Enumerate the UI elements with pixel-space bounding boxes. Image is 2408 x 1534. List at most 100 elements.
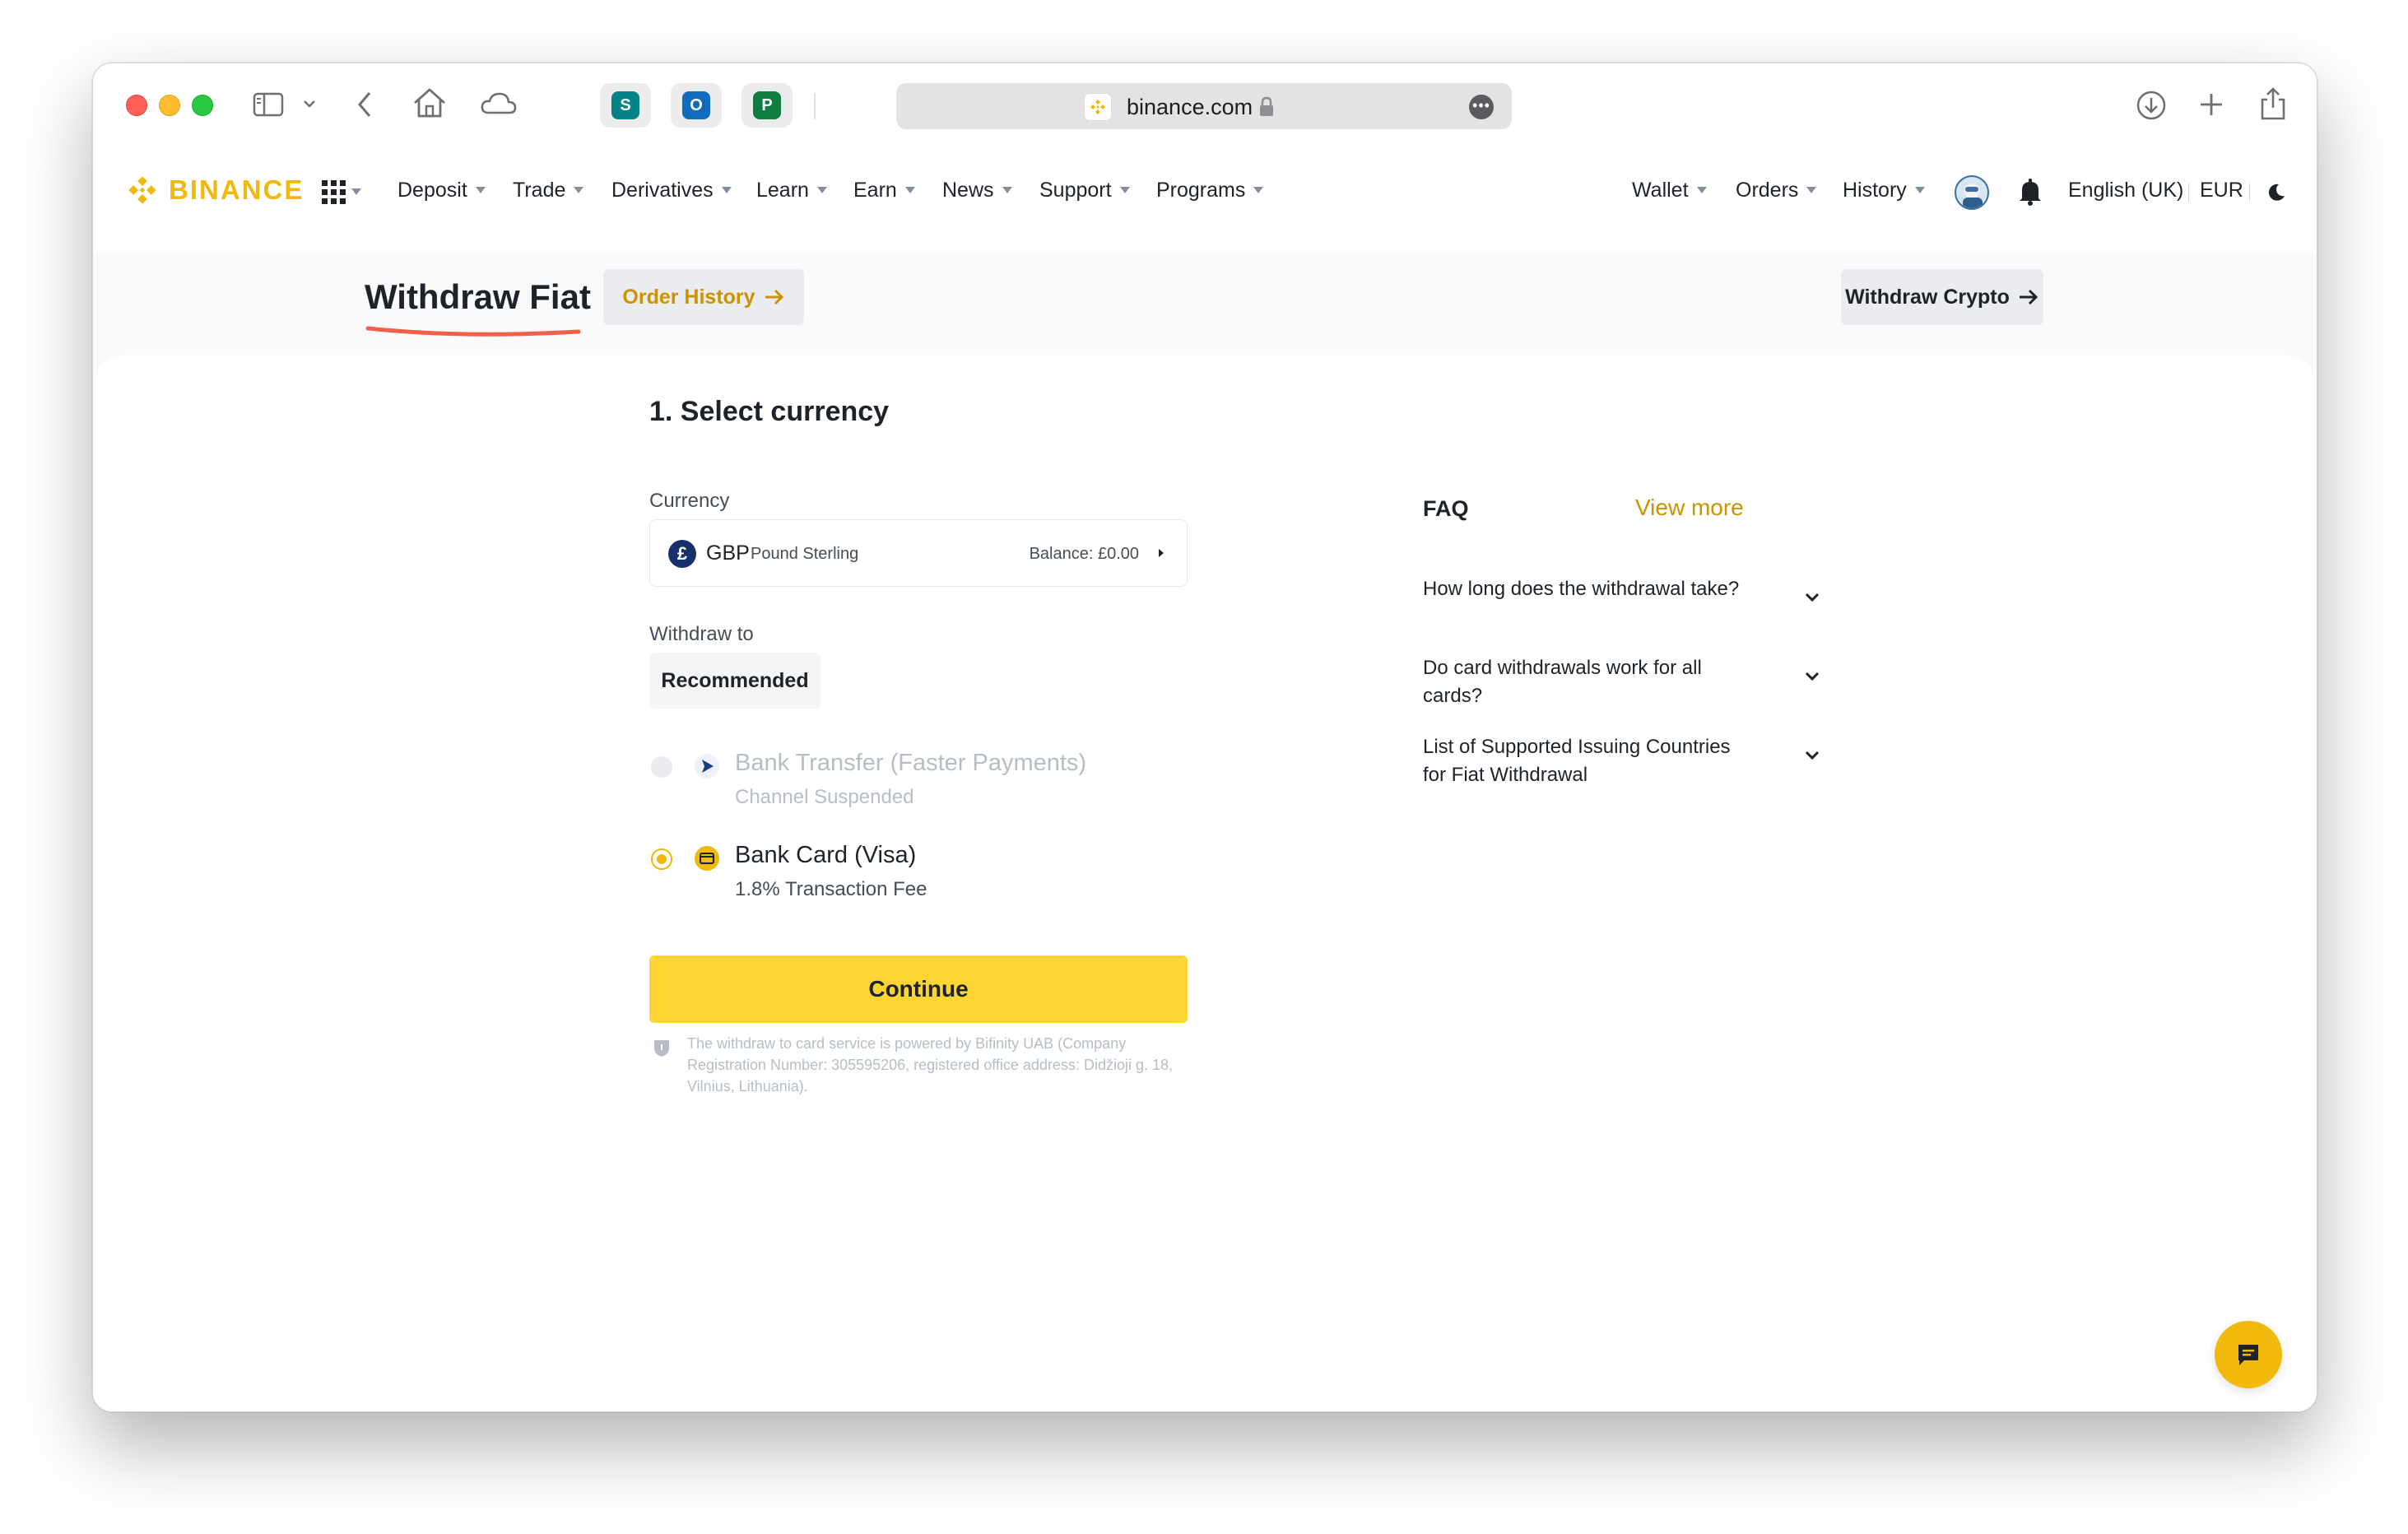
disclaimer-text: The withdraw to card service is powered …: [687, 1035, 1174, 1095]
caret-down-icon: [1914, 187, 1925, 193]
faq-item[interactable]: How long does the withdrawal take?: [1423, 575, 1744, 603]
step-title: 1. Select currency: [649, 396, 890, 427]
currency-label: Currency: [649, 490, 730, 512]
browser-window: S O P binance.com ••• BINANCE Deposit Tr…: [92, 63, 2317, 1412]
nav-wallet[interactable]: Wallet: [1632, 179, 1707, 202]
withdraw-to-label: Withdraw to: [649, 623, 754, 645]
sharepoint-icon: S: [611, 91, 639, 119]
home-icon[interactable]: [412, 86, 447, 119]
download-icon[interactable]: [2136, 90, 2167, 121]
order-history-button[interactable]: Order History: [603, 269, 804, 325]
caret-down-icon: [475, 187, 486, 193]
address-bar[interactable]: binance.com •••: [896, 83, 1512, 129]
minimize-window-button[interactable]: [159, 95, 180, 116]
avatar[interactable]: [1955, 175, 1989, 210]
planner-tab[interactable]: P: [741, 83, 793, 128]
arrow-right-icon: [765, 289, 783, 305]
nav-history-label: History: [1843, 179, 1907, 202]
close-window-button[interactable]: [126, 95, 147, 116]
page-title: Withdraw Fiat: [365, 277, 591, 316]
language-selector[interactable]: English (UK): [2068, 179, 2183, 202]
faq-view-more-link[interactable]: View more: [1635, 495, 1744, 521]
order-history-label: Order History: [622, 285, 755, 309]
chevron-down-icon[interactable]: [1803, 671, 1821, 682]
bank-card-fee: 1.8% Transaction Fee: [735, 878, 927, 900]
more-options-icon[interactable]: •••: [1469, 95, 1494, 119]
currency-balance: Balance: £0.00: [1029, 545, 1139, 563]
caret-down-icon: [1696, 187, 1707, 193]
caret-right-icon: [1159, 549, 1164, 557]
withdraw-crypto-label: Withdraw Crypto: [1845, 285, 2010, 309]
faster-payments-icon: [694, 753, 720, 783]
binance-logo[interactable]: BINANCE: [126, 174, 304, 207]
binance-favicon: [1084, 93, 1112, 121]
dark-mode-icon[interactable]: [2266, 182, 2287, 207]
shield-icon: [653, 1038, 671, 1062]
zoom-window-button[interactable]: [192, 95, 213, 116]
arrow-right-icon: [2019, 289, 2038, 305]
cloud-icon[interactable]: [480, 91, 518, 116]
title-underline: [365, 326, 581, 337]
chevron-down-icon[interactable]: [1803, 750, 1821, 761]
new-tab-icon[interactable]: [2198, 91, 2224, 118]
caret-down-icon: [721, 187, 732, 193]
nav-earn-label: Earn: [853, 179, 897, 202]
caret-down-icon: [1002, 187, 1012, 193]
continue-button[interactable]: Continue: [649, 955, 1188, 1023]
bank-card-radio[interactable]: [651, 848, 672, 870]
pound-icon: £: [668, 540, 696, 568]
tab-recommended[interactable]: Recommended: [649, 653, 820, 709]
site-navigation: BINANCE Deposit Trade Derivatives Learn …: [93, 146, 2317, 253]
currency-select[interactable]: £ GBP Pound Sterling Balance: £0.00: [649, 519, 1188, 587]
card-icon: [694, 845, 720, 876]
nav-deposit[interactable]: Deposit: [397, 179, 486, 202]
caret-down-icon: [1119, 187, 1130, 193]
lock-icon: [1258, 96, 1275, 122]
apps-caret-icon[interactable]: [351, 188, 361, 195]
nav-news[interactable]: News: [942, 179, 1012, 202]
sidebar-icon[interactable]: [253, 91, 286, 118]
nav-support-label: Support: [1039, 179, 1112, 202]
notification-bell-icon[interactable]: [2017, 177, 2043, 211]
chevron-down-icon[interactable]: [1803, 592, 1821, 603]
toolbar-divider: [814, 93, 816, 119]
nav-derivatives-label: Derivatives: [611, 179, 714, 202]
nav-divider: [2249, 184, 2250, 202]
outlook-tab[interactable]: O: [671, 83, 722, 128]
chevron-down-icon[interactable]: [302, 98, 317, 109]
browser-toolbar: S O P binance.com •••: [93, 63, 2317, 146]
nav-wallet-label: Wallet: [1632, 179, 1689, 202]
nav-earn[interactable]: Earn: [853, 179, 915, 202]
nav-derivatives[interactable]: Derivatives: [611, 179, 732, 202]
logo-text: BINANCE: [169, 174, 304, 205]
faq-item[interactable]: List of Supported Issuing Countries for …: [1423, 733, 1744, 789]
faq-item[interactable]: Do card withdrawals work for all cards?: [1423, 654, 1744, 710]
nav-history[interactable]: History: [1843, 179, 1925, 202]
outlook-icon: O: [682, 91, 710, 119]
currency-selector[interactable]: EUR: [2200, 179, 2243, 202]
nav-deposit-label: Deposit: [397, 179, 467, 202]
nav-learn-label: Learn: [756, 179, 809, 202]
nav-learn[interactable]: Learn: [756, 179, 827, 202]
bank-transfer-radio[interactable]: [651, 756, 672, 778]
withdraw-crypto-button[interactable]: Withdraw Crypto: [1841, 269, 2043, 325]
nav-support[interactable]: Support: [1039, 179, 1130, 202]
bank-transfer-title: Bank Transfer (Faster Payments): [735, 750, 1087, 776]
nav-orders[interactable]: Orders: [1736, 179, 1817, 202]
nav-divider: [2188, 184, 2189, 202]
chat-support-button[interactable]: [2215, 1321, 2282, 1388]
share-icon[interactable]: [2259, 86, 2287, 121]
url-text: binance.com: [1127, 95, 1253, 119]
nav-trade[interactable]: Trade: [513, 179, 584, 202]
nav-trade-label: Trade: [513, 179, 566, 202]
nav-news-label: News: [942, 179, 994, 202]
caret-down-icon: [1806, 187, 1817, 193]
currency-code: GBP: [706, 542, 750, 565]
faq-title: FAQ: [1423, 496, 1469, 521]
caret-down-icon: [1253, 187, 1264, 193]
caret-down-icon: [904, 187, 915, 193]
sharepoint-tab[interactable]: S: [600, 83, 651, 128]
apps-grid-icon[interactable]: [322, 180, 346, 204]
back-icon[interactable]: [355, 90, 374, 119]
nav-programs[interactable]: Programs: [1156, 179, 1264, 202]
